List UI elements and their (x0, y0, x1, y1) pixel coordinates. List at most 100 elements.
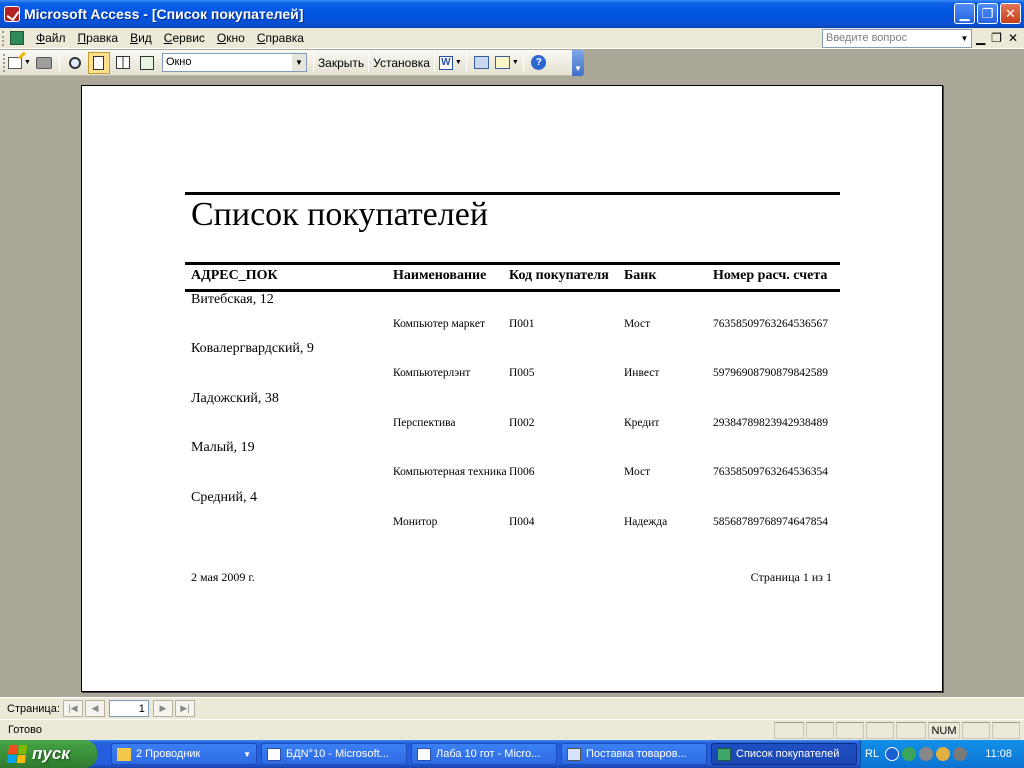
status-text: Готово (8, 724, 42, 736)
last-page-button[interactable]: ▶| (174, 700, 195, 717)
magnifier-icon (68, 56, 81, 69)
status-panel-empty (866, 722, 894, 739)
first-page-button[interactable]: |◀ (62, 700, 83, 717)
window-controls: ▁ ❐ ✕ (954, 3, 1021, 24)
toolbar-grip[interactable] (3, 53, 7, 72)
menu-file[interactable]: Файл (30, 31, 72, 45)
restore-button[interactable]: ❐ (977, 3, 998, 24)
office-links-button[interactable]: W ▼ (438, 52, 462, 74)
printer-icon (35, 56, 52, 69)
language-indicator[interactable]: RL (865, 748, 879, 760)
volume-icon[interactable] (936, 747, 951, 761)
new-object-button[interactable]: ▼ (494, 52, 519, 74)
back-arrow-icon[interactable] (885, 747, 900, 761)
report-title: Список покупателей (191, 196, 489, 233)
menu-file-rest: айл (45, 31, 66, 45)
menu-window-rest: кно (226, 31, 245, 45)
cell-code: П006 (509, 466, 535, 478)
menu-view-rest: ид (138, 31, 152, 45)
task-customer-list[interactable]: Список покупателей (711, 743, 857, 765)
page-setup-button[interactable]: Установка (373, 52, 430, 74)
menu-bar: Файл Правка Вид Сервис Окно Справка Введ… (0, 28, 1024, 49)
cell-name: Компьютерлэнт (393, 367, 471, 379)
cell-name: Монитор (393, 516, 438, 528)
header-code: Код покупателя (509, 268, 609, 283)
menu-help[interactable]: Справка (251, 31, 310, 45)
cell-name: Компьютер маркет (393, 318, 485, 330)
windows-logo-icon (6, 745, 28, 763)
doc-minimize-button[interactable]: ▁ (976, 31, 985, 45)
header-bank: Банк (624, 268, 657, 283)
num-lock-indicator: NUM (928, 722, 960, 739)
cell-bank: Надежда (624, 516, 668, 528)
document-icon[interactable] (10, 31, 24, 45)
zoom-select[interactable]: Окно ▼ (161, 53, 307, 72)
clock[interactable]: 11:08 (985, 748, 1012, 760)
chevron-down-icon[interactable]: ▼ (291, 54, 306, 71)
prev-page-button[interactable]: ◀ (84, 700, 105, 717)
cell-name: Перспектива (393, 417, 456, 429)
chevron-down-icon[interactable]: ▼ (958, 30, 971, 47)
doc-restore-button[interactable]: ❐ (991, 31, 1002, 45)
one-page-button[interactable] (87, 51, 110, 74)
new-object-icon (494, 56, 510, 69)
multiple-pages-button[interactable] (136, 52, 158, 74)
logo-pane-yellow (16, 754, 26, 763)
one-page-icon (93, 55, 105, 70)
group-address: Ладожский, 38 (191, 391, 279, 406)
access-key-icon[interactable] (4, 6, 20, 22)
system-tray: RL 11:08 (860, 740, 1024, 768)
report-page[interactable]: Список покупателей АДРЕС_ПОК Наименовани… (81, 85, 943, 692)
cell-bank: Мост (624, 318, 651, 330)
two-pages-button[interactable] (112, 52, 134, 74)
menu-window[interactable]: Окно (211, 31, 251, 45)
group-address: Средний, 4 (191, 490, 257, 505)
status-panel-empty (836, 722, 864, 739)
task-explorer[interactable]: 2 Проводник ▼ (111, 743, 257, 765)
view-button[interactable]: ▼ (8, 52, 31, 74)
cell-code: П004 (509, 516, 535, 528)
minimize-button[interactable]: ▁ (954, 3, 975, 24)
close-window-button[interactable]: ✕ (1000, 3, 1021, 24)
zoom-value: Окно (165, 56, 192, 68)
help-button[interactable]: ? (528, 52, 550, 74)
toolbar-options-button[interactable]: ▼ (572, 49, 584, 76)
toolbar-separator (312, 53, 314, 72)
database-window-button[interactable] (471, 52, 493, 74)
window-title: Microsoft Access - [Список покупателей] (24, 6, 304, 22)
cell-code: П005 (509, 367, 535, 379)
menu-grip[interactable] (2, 30, 6, 46)
next-page-button[interactable]: ▶ (152, 700, 173, 717)
task-label: 2 Проводник (136, 748, 201, 760)
zoom-button[interactable] (64, 52, 86, 74)
task-word-lab[interactable]: Лаба 10 гот - Micro... (411, 743, 557, 765)
menu-tools[interactable]: Сервис (158, 31, 211, 45)
menu-view[interactable]: Вид (124, 31, 158, 45)
network-icon[interactable] (902, 747, 917, 761)
task-word-db[interactable]: БДN°10 - Microsoft... (261, 743, 407, 765)
cell-account: 58568789768974647854 (713, 516, 828, 528)
two-pages-icon (115, 56, 130, 69)
menu-edit[interactable]: Правка (72, 31, 125, 45)
title-rule (185, 192, 840, 195)
preview-workspace[interactable]: Список покупателей АДРЕС_ПОК Наименовани… (0, 77, 1024, 697)
print-button[interactable] (33, 52, 55, 74)
help-question-input[interactable]: Введите вопрос ▼ (822, 29, 972, 48)
page-label: Страница: (7, 702, 60, 715)
close-preview-button[interactable]: Закрыть (318, 52, 364, 74)
page-navigation-bar: Страница: |◀ ◀ ▶ ▶| (0, 697, 1024, 719)
word-icon: W (438, 55, 453, 70)
header-rule-bottom (185, 289, 840, 292)
status-panel-empty (896, 722, 926, 739)
hardware-icon[interactable] (953, 747, 968, 761)
current-page-input[interactable] (108, 700, 149, 717)
header-name: Наименование (393, 268, 487, 283)
doc-close-button[interactable]: ✕ (1008, 31, 1018, 45)
group-address: Витебская, 12 (191, 292, 274, 307)
word-doc-icon (417, 747, 431, 761)
status-panel-empty (806, 722, 834, 739)
antivirus-icon[interactable] (919, 747, 934, 761)
task-delivery[interactable]: Поставка товаров... (561, 743, 707, 765)
status-panel-empty (962, 722, 990, 739)
start-button[interactable]: пуск (0, 740, 97, 768)
